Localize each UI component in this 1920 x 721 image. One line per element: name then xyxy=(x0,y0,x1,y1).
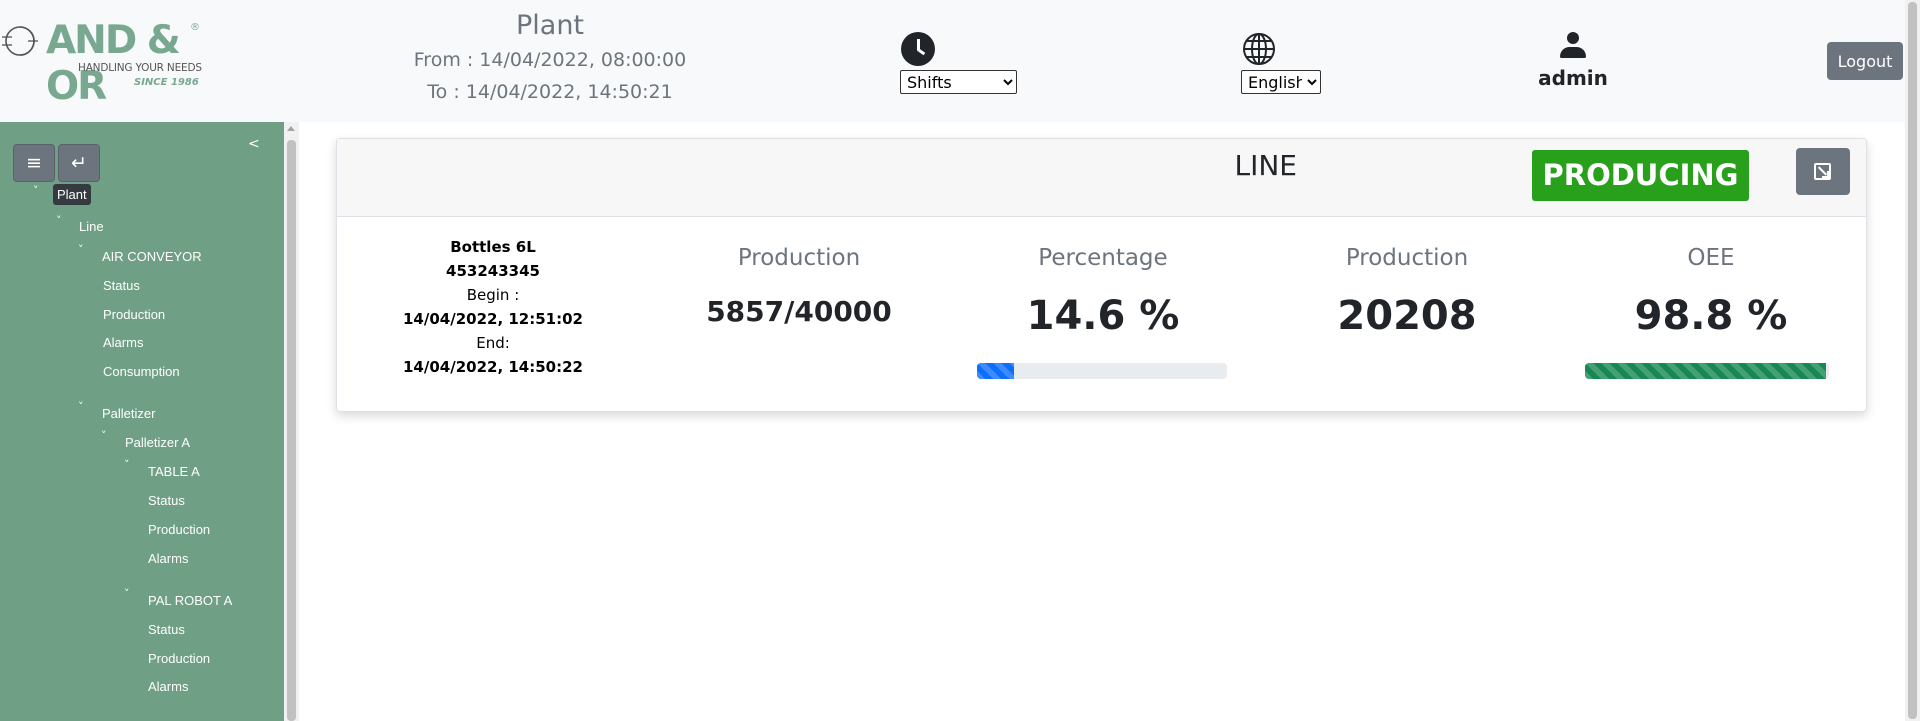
end-time: 14/04/2022, 14:50:22 xyxy=(403,358,583,376)
shift-selector: Shifts xyxy=(900,32,1017,94)
tree-item-air-conveyor[interactable]: AIR CONVEYOR xyxy=(102,249,202,264)
tree-item-table-production[interactable]: Production xyxy=(148,522,210,537)
metric-value: 14.6 % xyxy=(1026,293,1180,339)
card-header: LINE PRODUCING xyxy=(337,139,1866,217)
logout-button[interactable]: Logout xyxy=(1827,42,1903,80)
page-scrollbar[interactable] xyxy=(1905,0,1920,721)
scroll-up-icon[interactable] xyxy=(287,126,295,131)
chevron-down-icon[interactable]: ˅ xyxy=(101,429,107,442)
plant-info: Plant From : 14/04/2022, 08:00:00 To : 1… xyxy=(400,8,700,108)
tree-item-palletizer-a[interactable]: Palletizer A xyxy=(125,435,190,450)
chevron-down-icon[interactable]: ˅ xyxy=(124,458,130,471)
tree-item-robot-status[interactable]: Status xyxy=(148,622,185,637)
shift-select[interactable]: Shifts xyxy=(900,70,1017,94)
logo-registered: ® xyxy=(190,22,200,33)
clock-icon xyxy=(901,32,935,66)
expand-icon xyxy=(1814,163,1831,180)
tree-item-table-a[interactable]: TABLE A xyxy=(148,464,200,479)
metric-production-total: Production 20208 xyxy=(1277,245,1537,339)
tree-item-air-consumption[interactable]: Consumption xyxy=(103,364,180,379)
globe-icon xyxy=(1243,33,1275,65)
metric-oee: OEE 98.8 % xyxy=(1581,245,1841,339)
tree-item-robot-production[interactable]: Production xyxy=(148,651,210,666)
order-info: Bottles 6L 453243345 Begin : 14/04/2022,… xyxy=(337,235,649,379)
metric-label: Production xyxy=(737,245,861,271)
user-icon xyxy=(1558,32,1588,60)
tree-item-air-production[interactable]: Production xyxy=(103,307,165,322)
expand-button[interactable] xyxy=(1796,148,1850,195)
chevron-down-icon[interactable]: ˅ xyxy=(33,184,39,197)
tree-item-air-status[interactable]: Status xyxy=(103,278,140,293)
range-from: From : 14/04/2022, 08:00:00 xyxy=(413,49,687,71)
sidebar-collapse-button[interactable]: < xyxy=(248,136,260,152)
tree-item-line[interactable]: Line xyxy=(79,219,104,234)
language-selector: English xyxy=(1241,32,1321,94)
oee-progress-bar xyxy=(1585,363,1829,379)
company-logo: AND & OR ® HANDLING YOUR NEEDS SINCE 198… xyxy=(0,18,202,109)
metric-production-count: Production 5857/40000 xyxy=(669,245,929,328)
sidebar: < ≡ ↵ ˅ Plant ˅ Line ˅ AIR CONVEYOR Stat… xyxy=(0,122,284,721)
metric-value: 98.8 % xyxy=(1634,293,1788,339)
sidebar-scrollbar[interactable] xyxy=(284,122,299,721)
metric-percentage: Percentage 14.6 % xyxy=(973,245,1233,339)
metric-value: 5857/40000 xyxy=(706,295,892,328)
logo-tagline: HANDLING YOUR NEEDS xyxy=(78,62,202,74)
tree-item-plant[interactable]: Plant xyxy=(53,184,91,205)
tree-item-air-alarms[interactable]: Alarms xyxy=(103,335,143,350)
language-select[interactable]: English xyxy=(1241,70,1321,94)
product-name: Bottles 6L xyxy=(450,238,536,256)
order-id: 453243345 xyxy=(446,262,540,280)
percentage-progress-bar xyxy=(977,363,1227,379)
logo-mark-icon xyxy=(2,26,38,56)
metric-label: Percentage xyxy=(1038,245,1168,271)
end-label: End: xyxy=(476,334,510,352)
user-info: admin xyxy=(1530,32,1616,90)
range-to: To : 14/04/2022, 14:50:21 xyxy=(427,81,673,103)
status-badge: PRODUCING xyxy=(1532,150,1749,201)
enter-button[interactable]: ↵ xyxy=(58,144,100,182)
metric-value: 20208 xyxy=(1337,293,1477,339)
metric-label: OEE xyxy=(1687,245,1735,271)
tree-item-palletizer[interactable]: Palletizer xyxy=(102,406,155,421)
chevron-down-icon[interactable]: ˅ xyxy=(56,214,62,227)
username: admin xyxy=(1538,66,1608,90)
menu-button[interactable]: ≡ xyxy=(13,144,55,182)
tree-item-robot-alarms[interactable]: Alarms xyxy=(148,679,188,694)
tree-item-pal-robot-a[interactable]: PAL ROBOT A xyxy=(148,593,232,608)
chevron-down-icon[interactable]: ˅ xyxy=(124,587,130,600)
card-title: LINE xyxy=(1234,149,1298,182)
top-header: AND & OR ® HANDLING YOUR NEEDS SINCE 198… xyxy=(0,0,1905,122)
chevron-down-icon[interactable]: ˅ xyxy=(78,400,84,413)
begin-label: Begin : xyxy=(466,286,520,304)
progress-fill xyxy=(977,363,1014,379)
begin-time: 14/04/2022, 12:51:02 xyxy=(403,310,583,328)
metric-label: Production xyxy=(1345,245,1469,271)
page-title: Plant xyxy=(515,10,585,41)
progress-fill xyxy=(1585,363,1827,379)
chevron-down-icon[interactable]: ˅ xyxy=(78,243,84,256)
line-card: LINE PRODUCING Bottles 6L 453243345 Begi… xyxy=(336,138,1867,412)
logo-since: SINCE 1986 xyxy=(134,77,199,88)
tree-item-table-alarms[interactable]: Alarms xyxy=(148,551,188,566)
tree-item-table-status[interactable]: Status xyxy=(148,493,185,508)
